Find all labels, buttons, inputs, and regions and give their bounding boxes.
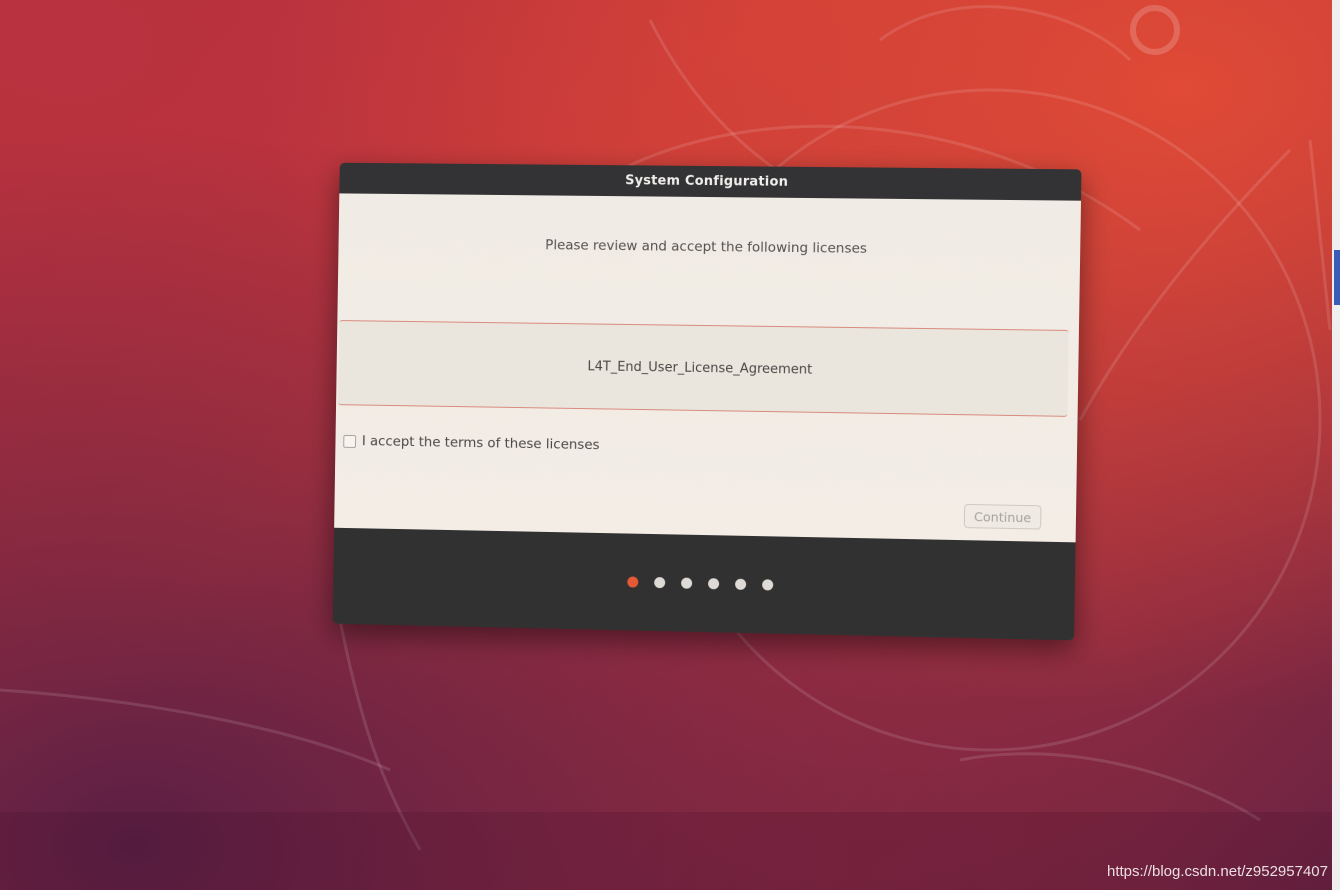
progress-dot-2	[654, 577, 666, 589]
dialog-footer	[332, 527, 1076, 641]
accept-checkbox[interactable]	[343, 434, 357, 448]
license-list: L4T_End_User_License_Agreement	[338, 320, 1069, 417]
dialog-title: System Configuration	[624, 173, 789, 190]
dialog-content: Please review and accept the following l…	[334, 193, 1082, 543]
instruction-text: Please review and accept the following l…	[545, 237, 868, 257]
accept-checkbox-label[interactable]: I accept the terms of these licenses	[362, 433, 600, 453]
accept-licenses-row[interactable]: I accept the terms of these licenses	[343, 433, 600, 453]
license-item[interactable]: L4T_End_User_License_Agreement	[587, 359, 812, 377]
right-edge-strip	[1332, 0, 1340, 890]
watermark-url: https://blog.csdn.net/z952957407	[1106, 863, 1328, 880]
progress-dot-6	[762, 579, 774, 591]
continue-button[interactable]: Continue	[963, 503, 1042, 530]
progress-dot-5	[735, 578, 747, 590]
progress-dot-3	[681, 577, 693, 589]
right-edge-marker	[1334, 250, 1340, 305]
progress-dot-4	[708, 578, 720, 590]
system-configuration-dialog: System Configuration Please review and a…	[332, 162, 1082, 641]
progress-dot-1	[627, 576, 639, 588]
